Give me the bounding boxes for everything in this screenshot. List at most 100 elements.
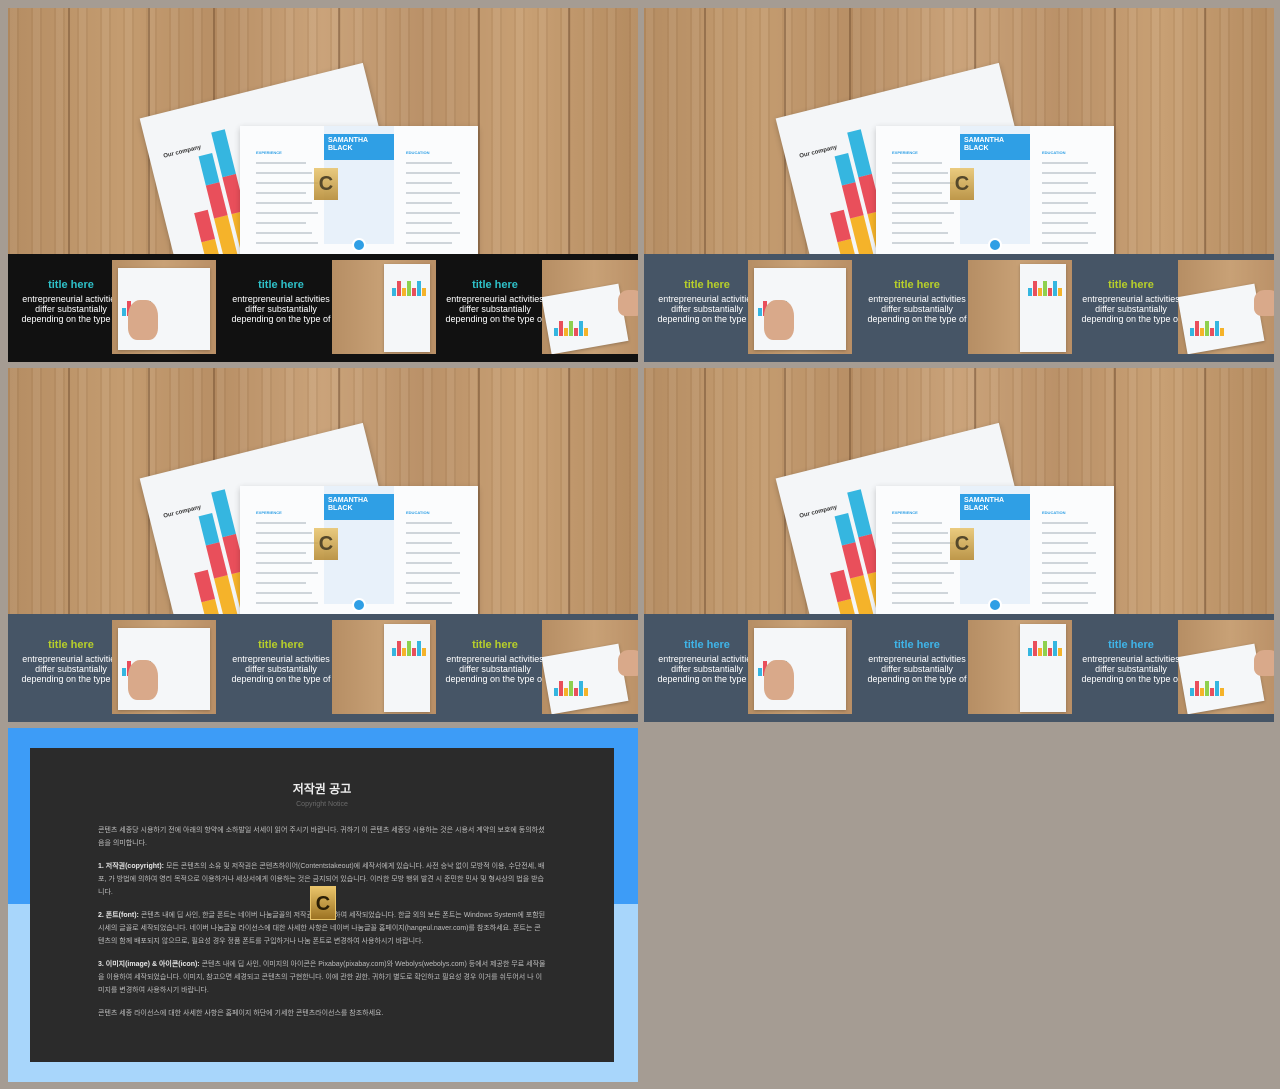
resume-education-label: EDUCATION <box>1042 510 1066 515</box>
resume-experience-label: EXPERIENCE <box>892 150 918 155</box>
photo-bar <box>1058 648 1062 656</box>
content-block: title here entrepreneurial activities dif… <box>16 278 126 324</box>
resume-text-line <box>892 532 948 534</box>
resume-text-line <box>256 202 312 204</box>
wood-grain <box>68 8 70 254</box>
content-body: entrepreneurial activities differ substa… <box>445 654 545 684</box>
notice-section-image: 3. 이미지(image) & 아이콘(icon): 콘텐츠 내에 딥 사인, … <box>98 958 546 997</box>
resume-text-line <box>406 212 460 214</box>
resume-text-line <box>256 562 312 564</box>
resume-text-line <box>406 572 460 574</box>
resume-text-line <box>892 222 942 224</box>
resume-text-line <box>256 582 306 584</box>
photo-bar <box>417 641 421 656</box>
brand-logo-icon: C <box>314 168 338 200</box>
content-strip: title here entrepreneurial activities dif… <box>644 614 1274 722</box>
slide-thumbnail[interactable]: Our company SAMANTHA BLACK EXPERIENCE EDUCA… <box>8 8 638 362</box>
content-block: title here entrepreneurial activities dif… <box>440 638 550 684</box>
content-body: entrepreneurial activities differ substa… <box>231 294 331 324</box>
photo-bar <box>1033 641 1037 656</box>
hand-fist-graphic <box>1254 290 1274 316</box>
resume-text-line <box>1042 522 1088 524</box>
resume-paper: SAMANTHA BLACK EXPERIENCE EDUCATION <box>876 126 1114 254</box>
resume-text-line <box>1042 582 1088 584</box>
resume-paper: SAMANTHA BLACK EXPERIENCE EDUCATION <box>240 486 478 614</box>
photo-bar <box>392 288 396 296</box>
hand-pointing-graphic <box>128 660 158 700</box>
content-photo <box>968 620 1072 714</box>
content-title: title here <box>684 639 730 651</box>
photo-bar <box>554 328 558 336</box>
photo-bar <box>397 281 401 296</box>
resume-text-line <box>1042 172 1096 174</box>
resume-text-line <box>406 222 452 224</box>
resume-text-line <box>406 182 452 184</box>
resume-text-line <box>406 602 452 604</box>
wood-grain <box>704 8 706 254</box>
photo-bar <box>1043 281 1047 296</box>
content-body: entrepreneurial activities differ substa… <box>1081 654 1181 684</box>
notice-section-heading: 3. 이미지(image) & 아이콘(icon): <box>98 961 200 968</box>
resume-text-line <box>892 192 942 194</box>
resume-text-line <box>892 162 942 164</box>
photo-bar <box>417 281 421 296</box>
photo-bar <box>1048 648 1052 656</box>
notice-section-heading: 1. 저작권(copyright): <box>98 863 164 870</box>
content-block: title here entrepreneurial activities dif… <box>226 278 336 324</box>
paper-bar <box>198 152 220 186</box>
content-title: title here <box>894 639 940 651</box>
resume-text-line <box>406 582 452 584</box>
photo-paper <box>1020 624 1066 712</box>
paper-bar <box>830 569 851 603</box>
content-block: title here entrepreneurial activities dif… <box>862 638 972 684</box>
slide-thumbnail[interactable]: Our company SAMANTHA BLACK EXPERIENCE EDUCA… <box>644 8 1274 362</box>
slide-thumbnail[interactable]: Our company SAMANTHA BLACK EXPERIENCE EDUCA… <box>8 368 638 722</box>
resume-experience-label: EXPERIENCE <box>892 510 918 515</box>
photo-bar <box>392 648 396 656</box>
resume-text-line <box>892 572 954 574</box>
resume-text-line <box>406 162 452 164</box>
desk-photo: Our company SAMANTHA BLACK EXPERIENCE EDUCA… <box>644 8 1274 254</box>
photo-bar <box>569 681 573 696</box>
resume-text-line <box>1042 532 1096 534</box>
wood-grain <box>478 368 480 614</box>
resume-text-line <box>892 562 948 564</box>
photo-bar <box>574 328 578 336</box>
photo-bar <box>559 321 563 336</box>
content-title: title here <box>48 279 94 291</box>
photo-bar <box>122 668 126 676</box>
photo-bar <box>1028 288 1032 296</box>
content-photo <box>1178 620 1274 714</box>
resume-education-label: EDUCATION <box>406 510 430 515</box>
resume-text-line <box>1042 242 1088 244</box>
resume-text-line <box>256 212 318 214</box>
paper-label: Our company <box>798 144 838 160</box>
resume-name: SAMANTHA BLACK <box>960 134 1030 160</box>
resume-text-line <box>1042 182 1088 184</box>
photo-bar <box>584 328 588 336</box>
resume-text-line <box>1042 222 1088 224</box>
content-photo <box>748 620 852 714</box>
photo-bar <box>564 328 568 336</box>
photo-bar <box>407 641 411 656</box>
resume-text-line <box>892 592 948 594</box>
resume-text-line <box>256 192 306 194</box>
brand-logo-icon: C <box>310 886 336 920</box>
notice-footer: 콘텐츠 세종 라이선스에 대한 사세한 사항은 홈페이지 하단에 기세한 콘텐츠… <box>98 1010 384 1017</box>
resume-text-line <box>256 552 306 554</box>
photo-bar <box>412 288 416 296</box>
wood-grain <box>478 8 480 254</box>
notice-section-heading: 2. 폰트(font): <box>98 912 139 919</box>
resume-text-line <box>892 542 954 544</box>
paper-bar <box>194 209 215 243</box>
photo-paper <box>1020 264 1066 352</box>
resume-text-line <box>1042 562 1088 564</box>
photo-bar <box>1190 328 1194 336</box>
slide-thumbnail[interactable]: Our company SAMANTHA BLACK EXPERIENCE EDUCA… <box>644 368 1274 722</box>
content-photo <box>332 620 436 714</box>
content-block: title here entrepreneurial activities dif… <box>440 278 550 324</box>
content-body: entrepreneurial activities differ substa… <box>867 294 967 324</box>
content-photo <box>968 260 1072 354</box>
resume-text-line <box>256 162 306 164</box>
photo-bar <box>1053 281 1057 296</box>
